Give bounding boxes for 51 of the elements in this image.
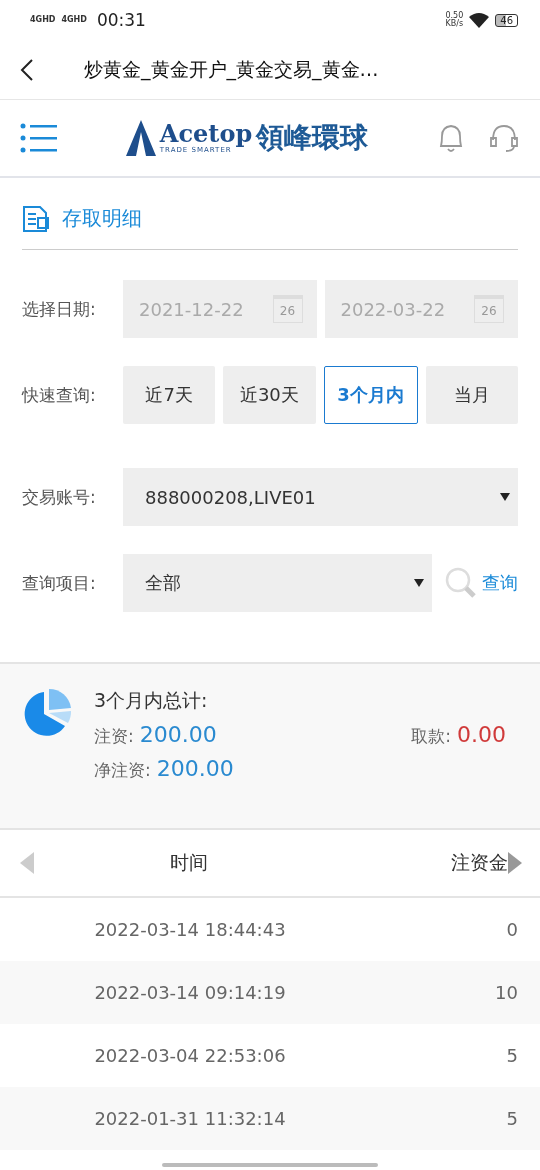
summary-label: 净注资: bbox=[94, 759, 151, 782]
table-cell-text: 10 bbox=[494, 982, 518, 1003]
quick-range-button[interactable]: 近7天 bbox=[123, 366, 216, 424]
table-cell-text: 2022-03-14 18:44:43 bbox=[93, 919, 287, 940]
logo-mark-icon bbox=[125, 120, 156, 156]
table-cell-text: 2022-01-31 11:32:14 bbox=[93, 1108, 287, 1129]
table-cell-text: 5 bbox=[505, 1045, 518, 1066]
left-arrow-icon[interactable] bbox=[20, 852, 34, 874]
field-label: 交易账号: bbox=[22, 485, 97, 509]
table-cell-text: 0 bbox=[505, 919, 518, 940]
deposit-amount: 200.00 bbox=[139, 722, 217, 747]
field-label: 快速查询: bbox=[22, 383, 97, 407]
document-icon bbox=[22, 204, 50, 233]
signal-label: 4GHD bbox=[61, 16, 87, 24]
caret-icon bbox=[414, 578, 424, 588]
quick-range-button[interactable]: 近30天 bbox=[223, 366, 316, 424]
summary-label: 注资: bbox=[94, 725, 134, 748]
section-title: 存取明细 bbox=[62, 205, 142, 232]
wifi-icon bbox=[469, 12, 490, 28]
calendar-icon: 26 bbox=[272, 295, 303, 323]
net-deposit-amount: 200.00 bbox=[156, 756, 234, 781]
quick-range-button[interactable]: 3个月内 bbox=[323, 366, 418, 424]
page-title: 炒黄金_黄金开户_黄金交易_黄金… bbox=[84, 56, 379, 83]
field-label: 选择日期: bbox=[22, 297, 97, 321]
logo-chinese-name: 領峰環球 bbox=[256, 120, 369, 156]
back-icon[interactable] bbox=[20, 57, 34, 82]
table-cell-text: 2022-03-04 22:53:06 bbox=[93, 1045, 287, 1066]
column-header: 时间 bbox=[169, 850, 209, 875]
summary-title: 3个月内总计: bbox=[94, 688, 209, 713]
calendar-icon: 26 bbox=[474, 295, 504, 323]
field-label: 查询项目: bbox=[22, 571, 97, 595]
table-cell-text: 2022-03-14 09:14:19 bbox=[93, 982, 287, 1003]
battery-level: 46 bbox=[495, 13, 518, 27]
search-icon bbox=[444, 566, 478, 600]
signal-label: 4GHD bbox=[30, 16, 56, 24]
logo-name: Acetop bbox=[159, 122, 253, 146]
summary-label: 取款: bbox=[411, 725, 451, 748]
caret-icon bbox=[500, 492, 510, 502]
table-cell-text: 5 bbox=[505, 1108, 518, 1129]
quick-range-button[interactable]: 当月 bbox=[425, 366, 518, 424]
network-speed: 0.50 bbox=[445, 12, 464, 20]
speed-unit: KB/s bbox=[445, 20, 464, 28]
clock: 00:31 bbox=[96, 10, 146, 30]
account-select[interactable]: 888000208,LIVE01 bbox=[123, 468, 518, 526]
item-select[interactable]: 全部 bbox=[123, 554, 432, 612]
menu-icon[interactable] bbox=[20, 123, 58, 153]
right-arrow-icon[interactable] bbox=[508, 852, 522, 874]
withdraw-amount: 0.00 bbox=[457, 722, 506, 747]
search-button[interactable]: 查询 bbox=[432, 566, 518, 600]
headset-icon[interactable] bbox=[488, 122, 520, 154]
column-header: 注资金 bbox=[451, 850, 508, 875]
